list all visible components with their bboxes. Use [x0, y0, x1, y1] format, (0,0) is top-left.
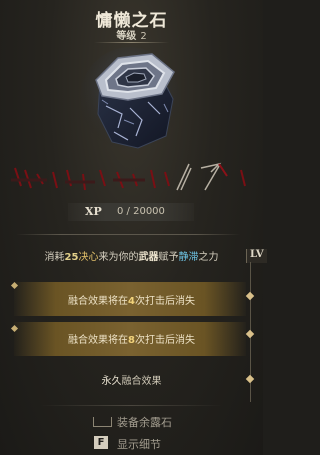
- desc-suffix: 之力: [198, 252, 219, 263]
- level-label: 等级: [116, 31, 137, 42]
- section-divider: [16, 234, 240, 235]
- desc-mid2: 赋予: [158, 252, 179, 263]
- stone-artifact-icon: [80, 47, 180, 151]
- permanent-post: 融合效果: [121, 376, 162, 387]
- permanent-pre: 永久: [101, 376, 122, 387]
- title-underline: [94, 42, 169, 43]
- desc-amount: 25: [64, 252, 79, 263]
- desc-resource: 决心: [78, 252, 99, 263]
- effect-2-num: 8: [128, 335, 135, 346]
- spacebar-key-icon: [93, 417, 112, 427]
- details-prompt[interactable]: 显示细节: [117, 436, 161, 452]
- level-value: 2: [140, 31, 147, 42]
- xp-label: XP: [85, 205, 102, 218]
- effect-1-num: 4: [128, 296, 135, 307]
- weapon-icons-strip: [11, 162, 246, 191]
- equip-prompt[interactable]: 装备余露石: [117, 414, 172, 430]
- desc-prefix: 消耗: [44, 252, 65, 263]
- weapon-dark-hilts: [11, 178, 145, 184]
- xp-value: 0 / 20000: [117, 206, 165, 217]
- level-tab[interactable]: LV: [246, 249, 267, 263]
- permanent-effect: 永久融合效果: [0, 372, 263, 387]
- footer-divider: [40, 405, 223, 406]
- desc-effect: 静滞: [178, 252, 199, 263]
- desc-mid1: 来为你的: [98, 252, 139, 263]
- desc-weapon: 武器: [138, 252, 159, 263]
- effect-row-1-text: 融合效果将在4次打击后消失: [0, 292, 263, 307]
- effect-1-pre: 融合效果将在: [68, 296, 129, 307]
- effect-description: 消耗25决心来为你的武器赋予静滞之力: [0, 248, 263, 263]
- effect-2-post: 次打击后消失: [134, 335, 195, 346]
- f-key-icon: F: [94, 436, 108, 449]
- weapon-blades-light: [176, 162, 222, 191]
- effect-2-pre: 融合效果将在: [68, 335, 129, 346]
- item-level: 等级 2: [0, 27, 263, 42]
- weapon-red-tip: [218, 163, 228, 177]
- effect-1-post: 次打击后消失: [134, 296, 195, 307]
- effect-row-2-text: 融合效果将在8次打击后消失: [0, 331, 263, 346]
